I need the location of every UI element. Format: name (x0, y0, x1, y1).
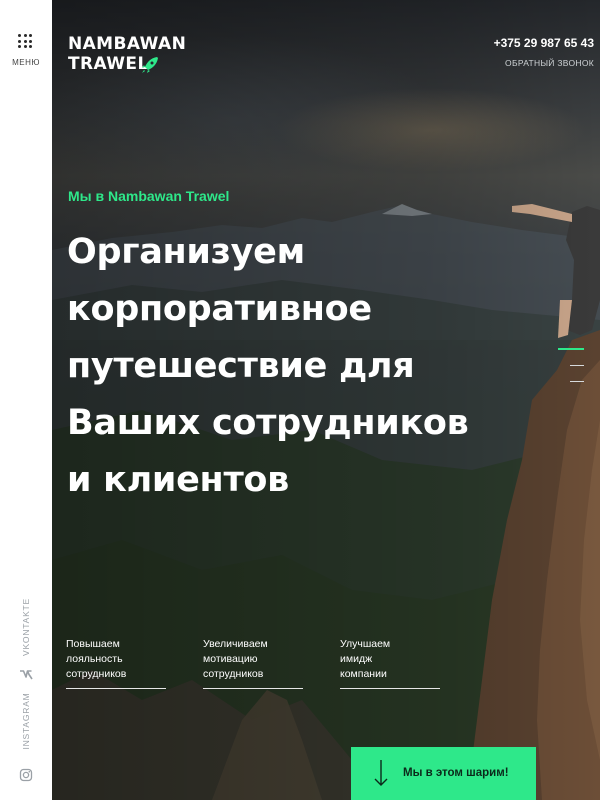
headline-line: Ваших сотрудников (67, 403, 469, 443)
feature-text: Увеличиваем (203, 638, 268, 650)
feature-text: Повышаем (66, 638, 120, 650)
headline-line: и клиентов (67, 460, 290, 500)
slide-indicator-2[interactable] (570, 365, 584, 366)
logo-line-1: NAMBAWAN (68, 34, 187, 54)
arrow-down-icon (374, 760, 388, 786)
menu-label: МЕНЮ (12, 58, 40, 67)
grid-menu-icon (18, 34, 32, 48)
instagram-icon[interactable] (19, 768, 33, 782)
slide-indicator-3[interactable] (570, 381, 584, 382)
feature-text: лояльность (66, 653, 123, 665)
feature-text: имидж (340, 653, 373, 665)
slide-indicator-1[interactable] (558, 348, 584, 350)
brand-logo[interactable]: NAMBAWAN TRAWEL (68, 34, 186, 74)
hero-eyebrow: Мы в Nambawan Trawel (68, 188, 230, 204)
menu-button[interactable]: МЕНЮ (0, 28, 52, 72)
feature-divider (66, 688, 166, 689)
headline-line: корпоративное (67, 289, 372, 329)
feature-item: Повышаем лояльность сотрудников (66, 637, 166, 689)
instagram-label[interactable]: INSTAGRAM (21, 692, 31, 749)
callback-link[interactable]: ОБРАТНЫЙ ЗВОНОК (505, 58, 594, 68)
feature-text: сотрудников (66, 668, 127, 680)
feature-item: Улучшаем имидж компании (340, 637, 440, 689)
rocket-icon (142, 57, 158, 73)
cta-button[interactable]: Мы в этом шарим! (351, 747, 536, 800)
feature-item: Увеличиваем мотивацию сотрудников (203, 637, 303, 689)
vk-label[interactable]: VKONTAKTE (21, 598, 31, 656)
vk-icon[interactable] (19, 668, 33, 682)
headline-line: Организуем (67, 232, 305, 272)
feature-text: сотрудников (203, 668, 264, 680)
hero-headline: Организуем корпоративное путешествие для… (67, 224, 507, 509)
logo-line-2: TRAWEL (68, 54, 149, 74)
feature-divider (340, 688, 440, 689)
feature-text: Улучшаем (340, 638, 391, 650)
feature-text: мотивацию (203, 653, 258, 665)
headline-line: путешествие для (67, 346, 415, 386)
hero-section: NAMBAWAN TRAWEL +375 29 987 65 43 ОБРАТН… (52, 0, 600, 800)
feature-text: компании (340, 668, 387, 680)
feature-divider (203, 688, 303, 689)
side-rail: МЕНЮ VKONTAKTE INSTAGRAM (0, 0, 52, 800)
slider-indicators (558, 348, 584, 397)
phone-link[interactable]: +375 29 987 65 43 (494, 36, 594, 50)
cta-label: Мы в этом шарим! (403, 767, 509, 779)
